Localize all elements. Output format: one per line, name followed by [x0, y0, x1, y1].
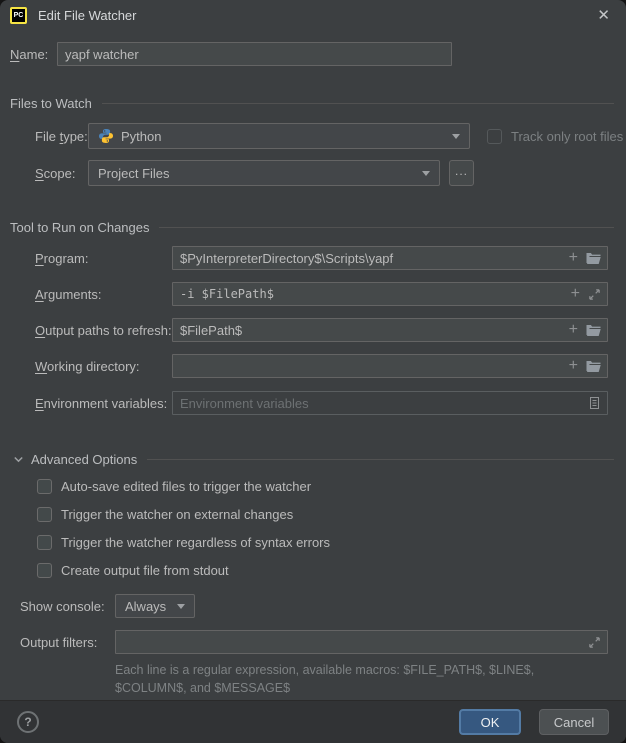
show-console-label: Show console:: [20, 599, 115, 614]
autosave-label: Auto-save edited files to trigger the wa…: [61, 479, 311, 494]
output-paths-row: Output paths to refresh: +: [0, 318, 626, 342]
track-only-root-files-option: Track only root files: [487, 129, 623, 144]
file-type-dropdown[interactable]: Python: [88, 123, 470, 149]
ok-button[interactable]: OK: [459, 709, 521, 735]
chevron-down-icon: [422, 171, 430, 176]
show-console-value: Always: [125, 599, 166, 614]
dialog-title: Edit File Watcher: [38, 8, 137, 23]
insert-macro-icon[interactable]: +: [569, 322, 578, 338]
stdout-checkbox[interactable]: [37, 563, 52, 578]
section-divider: [147, 459, 614, 460]
output-filters-input[interactable]: [115, 630, 608, 654]
env-variables-list-icon[interactable]: [588, 396, 601, 410]
browse-folder-icon[interactable]: [586, 360, 601, 373]
scope-dropdown[interactable]: Project Files: [88, 160, 440, 186]
insert-macro-icon[interactable]: +: [569, 358, 578, 374]
environment-variables-input[interactable]: [172, 391, 608, 415]
file-type-row: File type: Python Track only root files: [0, 123, 626, 149]
name-input[interactable]: [57, 42, 452, 66]
browse-folder-icon[interactable]: [586, 252, 601, 265]
cancel-button[interactable]: Cancel: [539, 709, 609, 735]
arguments-input[interactable]: [172, 282, 608, 306]
expand-icon[interactable]: [588, 288, 601, 301]
insert-macro-icon[interactable]: +: [569, 250, 578, 266]
title-bar: PC Edit File Watcher ✕: [0, 0, 626, 30]
autosave-checkbox[interactable]: [37, 479, 52, 494]
expand-icon[interactable]: [588, 636, 601, 649]
dialog-footer: ? OK Cancel: [0, 700, 626, 743]
section-divider: [102, 103, 614, 104]
autosave-option-row: Auto-save edited files to trigger the wa…: [0, 479, 626, 494]
tool-section-title: Tool to Run on Changes: [10, 220, 149, 235]
chevron-down-icon[interactable]: [13, 454, 24, 465]
output-filters-help-text: Each line is a regular expression, avail…: [115, 661, 608, 697]
chevron-down-icon: [452, 134, 460, 139]
advanced-options-title: Advanced Options: [31, 452, 137, 467]
files-to-watch-title: Files to Watch: [10, 96, 92, 111]
python-icon: [98, 128, 114, 144]
syntax-errors-label: Trigger the watcher regardless of syntax…: [61, 535, 330, 550]
close-icon[interactable]: ✕: [597, 8, 610, 23]
help-icon[interactable]: ?: [17, 711, 39, 733]
working-directory-row: Working directory: +: [0, 354, 626, 378]
track-only-root-files-label: Track only root files: [511, 129, 623, 144]
scope-browse-button[interactable]: ...: [449, 160, 474, 186]
working-directory-label: Working directory:: [35, 359, 172, 374]
output-paths-label: Output paths to refresh:: [35, 323, 172, 338]
insert-macro-icon[interactable]: +: [571, 286, 580, 302]
scope-row: Scope: Project Files ...: [0, 160, 626, 186]
program-row: Program: +: [0, 246, 626, 270]
arguments-label: Arguments:: [35, 287, 172, 302]
environment-variables-row: Environment variables:: [0, 391, 626, 415]
files-to-watch-header: Files to Watch: [10, 96, 614, 111]
scope-label: Scope:: [35, 166, 88, 181]
file-type-label: File type:: [35, 129, 88, 144]
chevron-down-icon: [177, 604, 185, 609]
syntax-errors-checkbox[interactable]: [37, 535, 52, 550]
tool-section-header: Tool to Run on Changes: [10, 220, 614, 235]
pycharm-logo-icon: PC: [10, 7, 27, 24]
stdout-label: Create output file from stdout: [61, 563, 229, 578]
show-console-dropdown[interactable]: Always: [115, 594, 195, 618]
name-label: Name:: [10, 47, 57, 62]
arguments-row: Arguments: +: [0, 282, 626, 306]
output-filters-label: Output filters:: [20, 635, 115, 650]
stdout-option-row: Create output file from stdout: [0, 563, 626, 578]
edit-file-watcher-dialog: PC Edit File Watcher ✕ Name: Files to Wa…: [0, 0, 626, 743]
external-changes-option-row: Trigger the watcher on external changes: [0, 507, 626, 522]
working-directory-input[interactable]: [172, 354, 608, 378]
track-only-root-files-checkbox[interactable]: [487, 129, 502, 144]
scope-value: Project Files: [98, 166, 170, 181]
program-label: Program:: [35, 251, 172, 266]
section-divider: [159, 227, 614, 228]
output-paths-input[interactable]: [172, 318, 608, 342]
external-changes-label: Trigger the watcher on external changes: [61, 507, 293, 522]
browse-folder-icon[interactable]: [586, 324, 601, 337]
advanced-options-header[interactable]: Advanced Options: [13, 452, 614, 467]
file-type-value: Python: [121, 129, 161, 144]
environment-variables-label: Environment variables:: [35, 396, 172, 411]
output-filters-row: Output filters:: [0, 630, 626, 654]
name-row: Name:: [10, 42, 616, 66]
program-input[interactable]: [172, 246, 608, 270]
syntax-errors-option-row: Trigger the watcher regardless of syntax…: [0, 535, 626, 550]
external-changes-checkbox[interactable]: [37, 507, 52, 522]
show-console-row: Show console: Always: [0, 594, 626, 618]
